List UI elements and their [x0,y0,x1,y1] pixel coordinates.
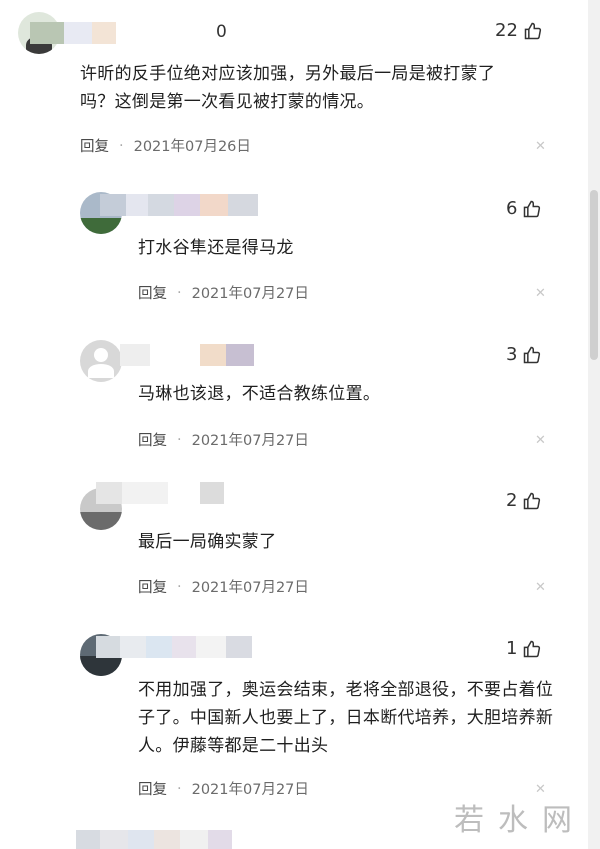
reply-button[interactable]: 回复 [138,778,167,799]
reply-button[interactable]: 回复 [138,429,167,450]
close-icon[interactable]: ✕ [535,139,546,154]
username-blurred[interactable] [96,636,252,658]
comment-meta: 回复 · 2021年07月27日 [138,429,309,450]
close-icon[interactable]: ✕ [535,286,546,301]
close-icon[interactable]: ✕ [535,580,546,595]
like-button[interactable]: 6 [506,198,542,219]
watermark: 若水网 [454,803,586,838]
separator-dot: · [177,431,182,448]
comment-date: 2021年07月27日 [191,286,309,302]
comment-date: 2021年07月27日 [191,433,309,449]
like-button[interactable]: 2 [506,490,542,511]
thumbs-up-icon [524,200,541,217]
reply-button[interactable]: 回复 [138,282,167,303]
comment-date: 2021年07月27日 [191,782,309,798]
comment-text: 不用加强了，奥运会结束，老将全部退役，不要占着位子了。中国新人也要上了，日本断代… [138,680,554,756]
reply-button[interactable]: 回复 [138,576,167,597]
comment-meta: 回复 · 2021年07月27日 [138,282,309,303]
separator-dot: · [119,137,124,154]
comment-text: 许昕的反手位绝对应该加强，另外最后一局是被打蒙了吗？这倒是第一次看见被打蒙的情况… [80,64,496,112]
like-button[interactable]: 22 [495,20,543,41]
separator-dot: · [177,780,182,797]
close-icon[interactable]: ✕ [535,433,546,448]
separator-dot: · [177,578,182,595]
comment-meta: 回复 · 2021年07月27日 [138,576,309,597]
thumbs-up-icon [524,492,541,509]
comment-text: 打水谷隼还是得马龙 [138,238,294,258]
username-blurred[interactable] [100,194,258,216]
reply-button[interactable]: 回复 [80,135,109,156]
thumbs-up-icon [524,346,541,363]
like-count: 2 [506,490,518,511]
comment-date: 2021年07月27日 [191,580,309,596]
thumbs-up-icon [524,22,542,39]
like-button[interactable]: 1 [506,638,542,659]
username-blurred[interactable] [96,482,224,504]
comment-meta: 回复 · 2021年07月26日 [80,135,251,156]
like-count: 3 [506,344,518,365]
comment-date: 2021年07月26日 [133,139,251,155]
like-count: 6 [506,198,518,219]
comment-text: 马琳也该退，不适合教练位置。 [138,384,381,404]
thumbs-up-icon [524,640,541,657]
username-blurred[interactable] [30,22,116,44]
avatar[interactable] [80,340,122,382]
scrollbar-thumb[interactable] [590,190,598,360]
username-suffix: 0 [216,22,227,42]
comment-meta: 回复 · 2021年07月27日 [138,778,309,799]
like-count: 1 [506,638,518,659]
separator-dot: · [177,284,182,301]
like-button[interactable]: 3 [506,344,542,365]
username-blurred[interactable] [76,830,232,849]
username-blurred[interactable] [120,344,254,366]
like-count: 22 [495,20,518,41]
scrollbar[interactable] [588,0,600,849]
comment-text: 最后一局确实蒙了 [138,532,277,552]
